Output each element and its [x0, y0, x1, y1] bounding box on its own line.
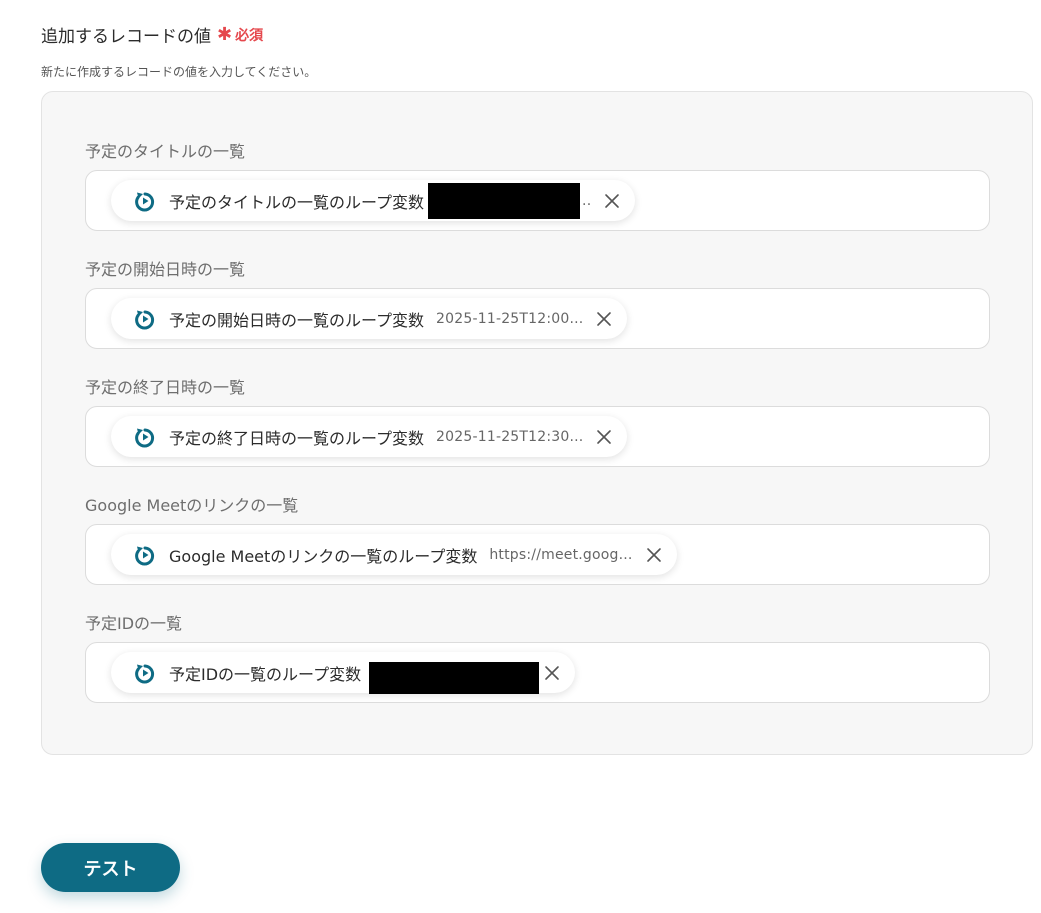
close-icon[interactable] — [643, 544, 665, 566]
variable-chip[interactable]: 予定IDの一覧のループ変数 — [111, 652, 576, 694]
section-description: 新たに作成するレコードの値を入力してください。 — [41, 65, 317, 79]
field-label-end: 予定の終了日時の一覧 — [85, 378, 246, 397]
field-label-title: 予定のタイトルの一覧 — [85, 142, 246, 161]
loop-icon — [133, 543, 157, 567]
loop-icon — [133, 189, 157, 213]
chip-value: https://meet.goog... — [489, 546, 633, 563]
close-icon[interactable] — [541, 662, 563, 684]
field-label-meet: Google Meetのリンクの一覧 — [85, 496, 299, 515]
test-button[interactable]: テスト — [41, 843, 180, 892]
field-input-start[interactable]: 予定の開始日時の一覧のループ変数 2025-11-25T12:00... — [85, 288, 990, 349]
field-input-id[interactable]: 予定IDの一覧のループ変数 — [85, 642, 990, 703]
close-icon[interactable] — [593, 308, 615, 330]
field-input-end[interactable]: 予定の終了日時の一覧のループ変数 2025-11-25T12:30... — [85, 406, 990, 467]
required-badge: ✱ 必須 — [217, 25, 263, 45]
chip-label: 予定の開始日時の一覧のループ変数 — [169, 310, 425, 330]
loop-icon — [133, 661, 157, 685]
section-title: 追加するレコードの値 ✱ 必須 — [41, 22, 263, 47]
chip-value: 2025-11-25T12:30... — [436, 428, 584, 445]
variable-chip[interactable]: 予定の開始日時の一覧のループ変数 2025-11-25T12:00... — [111, 298, 628, 339]
required-label: 必須 — [235, 27, 264, 44]
chip-label: 予定IDの一覧のループ変数 — [169, 664, 362, 684]
chip-value: 2025-11-25T12:00... — [436, 310, 584, 327]
redacted-value — [369, 661, 540, 694]
close-icon[interactable] — [593, 426, 615, 448]
loop-icon — [133, 307, 157, 331]
section-title-text: 追加するレコードの値 — [41, 27, 211, 47]
field-input-meet[interactable]: Google Meetのリンクの一覧のループ変数 https://meet.go… — [85, 524, 990, 585]
variable-chip[interactable]: Google Meetのリンクの一覧のループ変数 https://meet.go… — [111, 534, 677, 575]
field-label-id: 予定IDの一覧 — [85, 614, 183, 633]
variable-chip[interactable]: 予定の終了日時の一覧のループ変数 2025-11-25T12:30... — [111, 416, 628, 457]
chip-label: Google Meetのリンクの一覧のループ変数 — [169, 546, 478, 566]
required-asterisk-icon: ✱ — [217, 23, 233, 45]
field-input-title[interactable]: 予定のタイトルの一覧のループ変数 .. — [85, 170, 990, 231]
field-label-start: 予定の開始日時の一覧 — [85, 260, 246, 279]
chip-label: 予定の終了日時の一覧のループ変数 — [169, 428, 425, 448]
close-icon[interactable] — [601, 190, 623, 212]
chip-label: 予定のタイトルの一覧のループ変数 — [169, 192, 425, 212]
variable-chip[interactable]: 予定のタイトルの一覧のループ変数 .. — [111, 180, 636, 221]
chip-value: .. — [582, 192, 592, 209]
redacted-value — [428, 182, 581, 219]
loop-icon — [133, 425, 157, 449]
